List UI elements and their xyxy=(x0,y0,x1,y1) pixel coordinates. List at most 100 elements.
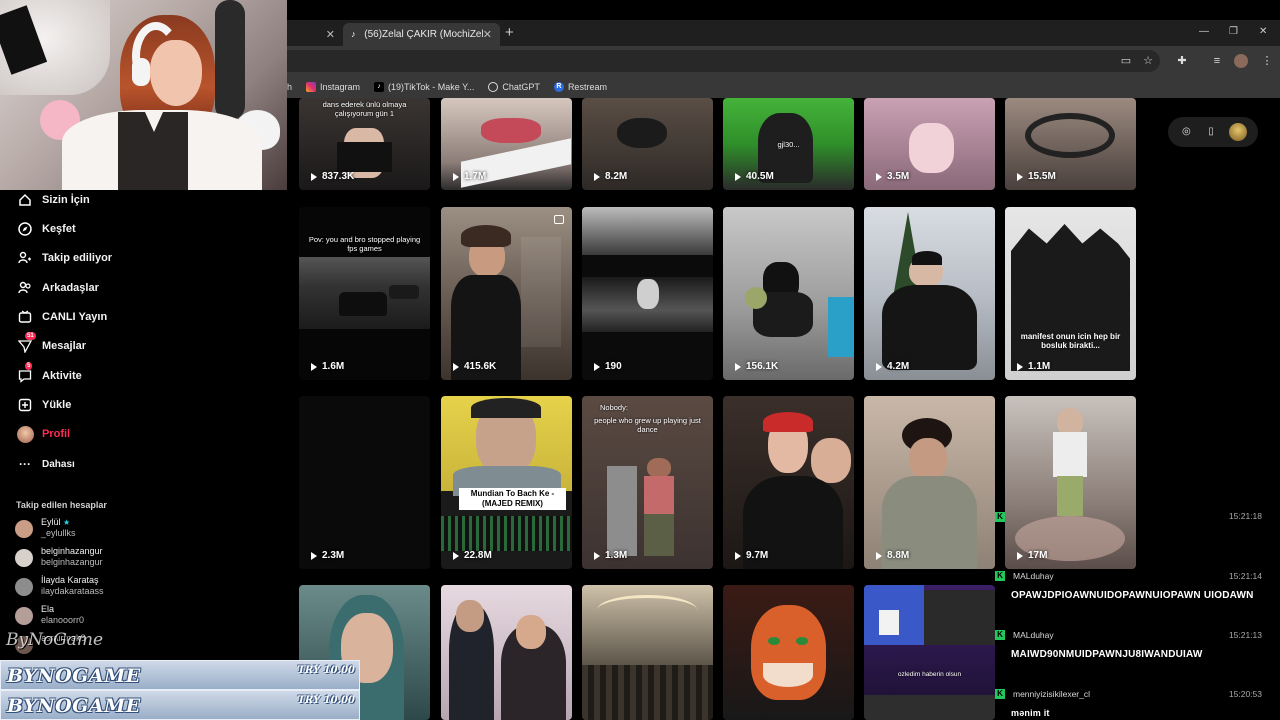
media-control-icon[interactable]: ≡ xyxy=(1210,54,1224,68)
video-card[interactable]: 190 xyxy=(582,207,713,380)
video-card[interactable]: 9.7M xyxy=(723,396,854,569)
bookmark-star-icon[interactable]: ☆ xyxy=(1141,54,1155,68)
play-icon xyxy=(594,362,600,371)
bookmark-label: (19)TikTok - Make Y... xyxy=(388,82,475,92)
bookmark-label: Instagram xyxy=(320,82,361,92)
view-count: 1.7M xyxy=(464,171,487,182)
browser-tab-active[interactable]: ♪ (56)Zelal ÇAKIR (MochiZel) (@... ✕ xyxy=(343,23,500,46)
avatar[interactable] xyxy=(1228,123,1247,141)
video-card[interactable]: 415.6K xyxy=(441,207,572,380)
nav-yukle[interactable]: Yükle xyxy=(16,395,71,415)
play-icon xyxy=(735,362,741,371)
phone-icon[interactable]: ▯ xyxy=(1204,125,1218,139)
nav-aktivite[interactable]: 5 Aktivite xyxy=(16,362,82,386)
nav-canli-yayin[interactable]: CANLI Yayın xyxy=(16,307,107,327)
video-card[interactable]: 17M xyxy=(1005,396,1136,569)
account-item[interactable]: Eylül ★ _eylullks xyxy=(15,517,76,543)
close-tab-icon[interactable]: ✕ xyxy=(483,28,492,41)
new-tab-button[interactable]: + xyxy=(505,24,514,41)
close-window-icon[interactable]: ✕ xyxy=(1259,26,1267,37)
floating-controls: ◎ ▯ xyxy=(1168,117,1258,147)
view-count: 40.5M xyxy=(746,171,774,182)
account-item[interactable]: İlayda Karataş ilaydakarataass xyxy=(15,575,104,601)
donation-amount: TRY 10.00 xyxy=(297,665,355,676)
bookmark-restream[interactable]: R Restream xyxy=(553,82,607,92)
play-icon xyxy=(311,362,317,371)
video-card[interactable]: gjl30... 40.5M xyxy=(723,98,854,190)
nav-label: Keşfet xyxy=(42,223,76,235)
chatgpt-icon xyxy=(488,82,499,92)
nav-kesfet[interactable]: Keşfet xyxy=(16,219,76,239)
video-card[interactable]: Mundian To Bach Ke - (MAJED REMIX) 22.8M xyxy=(441,396,572,569)
view-count: 15.5M xyxy=(1028,171,1056,182)
video-card[interactable]: 156.1K xyxy=(723,207,854,380)
video-card[interactable]: Pov: you and bro stopped playing fps gam… xyxy=(299,207,430,380)
play-icon xyxy=(311,551,317,560)
bookmark-instagram[interactable]: Instagram xyxy=(306,82,360,92)
account-username: elanooorr0 xyxy=(41,615,85,625)
compass-icon[interactable]: ◎ xyxy=(1179,125,1193,139)
video-card[interactable]: ozledim haberin olsun xyxy=(864,585,995,720)
video-card[interactable]: Nobody: people who grew up playing just … xyxy=(582,396,713,569)
video-card[interactable]: 2.3M xyxy=(299,396,430,569)
view-count: 837.3K xyxy=(322,171,355,182)
video-card[interactable]: dans ederek ünlü olmaya çalışıyorum gün … xyxy=(299,98,430,190)
nav-label: Arkadaşlar xyxy=(42,282,99,294)
video-card[interactable]: 3.5M xyxy=(864,98,995,190)
account-item[interactable]: Ela elanooorr0 xyxy=(15,604,84,630)
bookmark-chatgpt[interactable]: ChatGPT xyxy=(488,82,540,92)
messages-icon: 51 xyxy=(16,332,36,355)
video-card[interactable]: 8.2M xyxy=(582,98,713,190)
view-count: 3.5M xyxy=(887,171,910,182)
video-card[interactable] xyxy=(441,585,572,720)
nav-label: Aktivite xyxy=(42,370,82,382)
video-card[interactable] xyxy=(582,585,713,720)
chat-timestamp: 15:21:18 xyxy=(1228,511,1262,521)
chat-text: OPAWJDPIOAWNUIDOPAWNUIOPAWN UIODAWN xyxy=(1011,590,1254,601)
skateboard xyxy=(215,0,245,120)
play-icon xyxy=(735,551,741,560)
video-caption: gjl30... xyxy=(777,140,800,149)
bookmark-item[interactable]: h xyxy=(287,82,292,92)
donation-amount: TRY 10.00 xyxy=(297,695,355,706)
video-card[interactable]: manifest onun icin hep bir bosluk birakt… xyxy=(1005,207,1136,380)
activity-icon: 5 xyxy=(16,362,34,385)
video-card[interactable]: 4.2M xyxy=(864,207,995,380)
nav-sizin-icin[interactable]: Sizin İçin xyxy=(16,190,90,210)
minimize-icon[interactable]: — xyxy=(1199,26,1209,37)
headphone-earcup xyxy=(132,58,150,86)
play-icon xyxy=(453,172,459,181)
chat-timestamp: 15:21:14 xyxy=(1228,571,1262,581)
account-item[interactable]: belginhazangur belginhazangur xyxy=(15,546,103,572)
extensions-icon[interactable]: ✚ xyxy=(1175,54,1189,68)
nav-profil[interactable]: Profil xyxy=(16,424,70,444)
nav-arkadaslar[interactable]: Arkadaşlar xyxy=(16,278,99,298)
install-app-icon[interactable]: ▭ xyxy=(1119,54,1133,68)
bookmark-tiktok[interactable]: ♪ (19)TikTok - Make Y... xyxy=(374,82,474,92)
close-tab-icon[interactable]: ✕ xyxy=(326,28,335,41)
url-field[interactable] xyxy=(200,50,1160,72)
video-card[interactable]: 1.7M xyxy=(441,98,572,190)
chat-message: K menniyizisikilexer_cl 15:20:53 mənim i… xyxy=(995,688,1280,720)
nav-mesajlar[interactable]: 51 Mesajlar xyxy=(16,332,87,356)
compass-icon xyxy=(16,220,34,238)
video-card[interactable]: 15.5M xyxy=(1005,98,1136,190)
nav-takip-ediliyor[interactable]: Takip ediliyor xyxy=(16,248,112,268)
view-count: 156.1K xyxy=(746,361,779,372)
bookmark-label: Restream xyxy=(567,82,607,92)
nav-dahasi[interactable]: ··· Dahası xyxy=(16,454,75,474)
nav-label: Dahası xyxy=(42,458,75,470)
maximize-icon[interactable]: ❐ xyxy=(1229,26,1238,37)
video-card[interactable] xyxy=(723,585,854,720)
browser-menu-icon[interactable]: ⋮ xyxy=(1260,54,1274,68)
video-caption: Mundian To Bach Ke - (MAJED REMIX) xyxy=(459,488,566,510)
profile-avatar[interactable] xyxy=(1234,54,1248,68)
nav-label: Mesajlar xyxy=(42,340,87,352)
video-card[interactable]: 8.8M xyxy=(864,396,995,569)
browser-tab-previous[interactable]: ✕ xyxy=(287,23,343,46)
avatar xyxy=(15,520,33,538)
kick-icon: K xyxy=(995,689,1005,699)
play-icon xyxy=(876,362,882,371)
home-icon xyxy=(16,191,34,209)
view-count: 9.7M xyxy=(746,550,769,561)
